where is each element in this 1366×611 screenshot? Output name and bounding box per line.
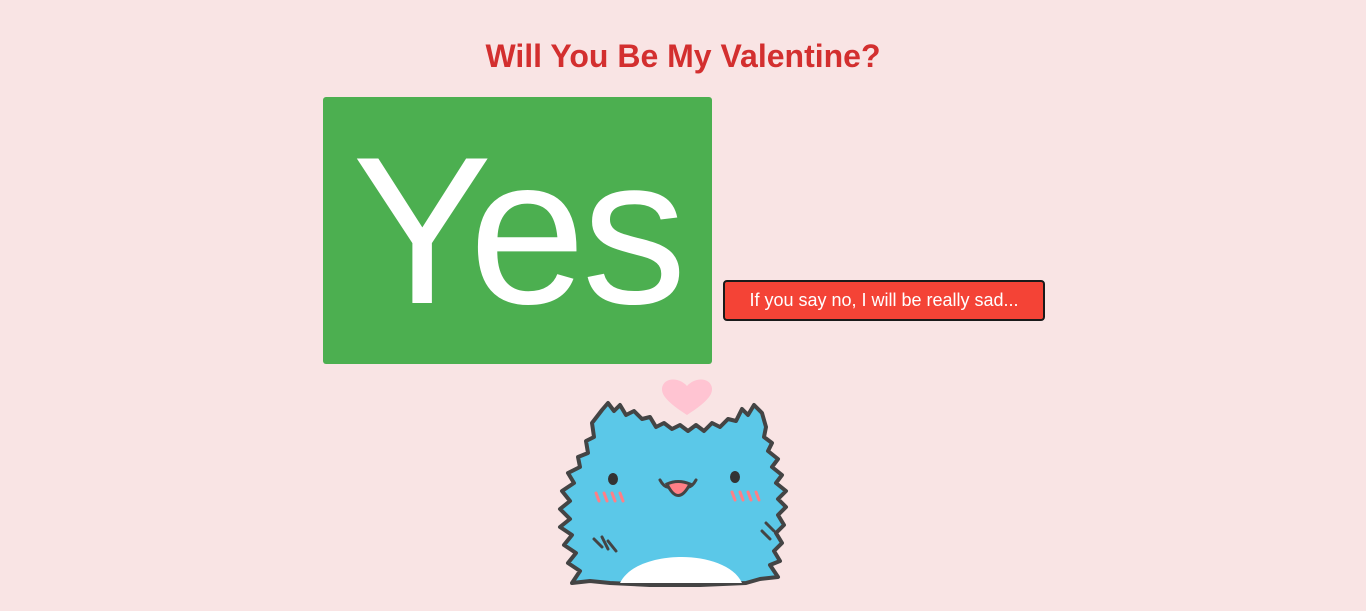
no-button[interactable]: If you say no, I will be really sad... (723, 280, 1045, 321)
heart-icon (661, 379, 713, 415)
valentine-page: Will You Be My Valentine? Yes If you say… (0, 0, 1366, 611)
cat-right-eye (730, 471, 740, 483)
cat-left-eye (608, 473, 618, 485)
yes-button[interactable]: Yes (323, 97, 712, 364)
happy-blue-cat-with-heart-icon (558, 379, 788, 587)
page-title: Will You Be My Valentine? (485, 38, 881, 74)
